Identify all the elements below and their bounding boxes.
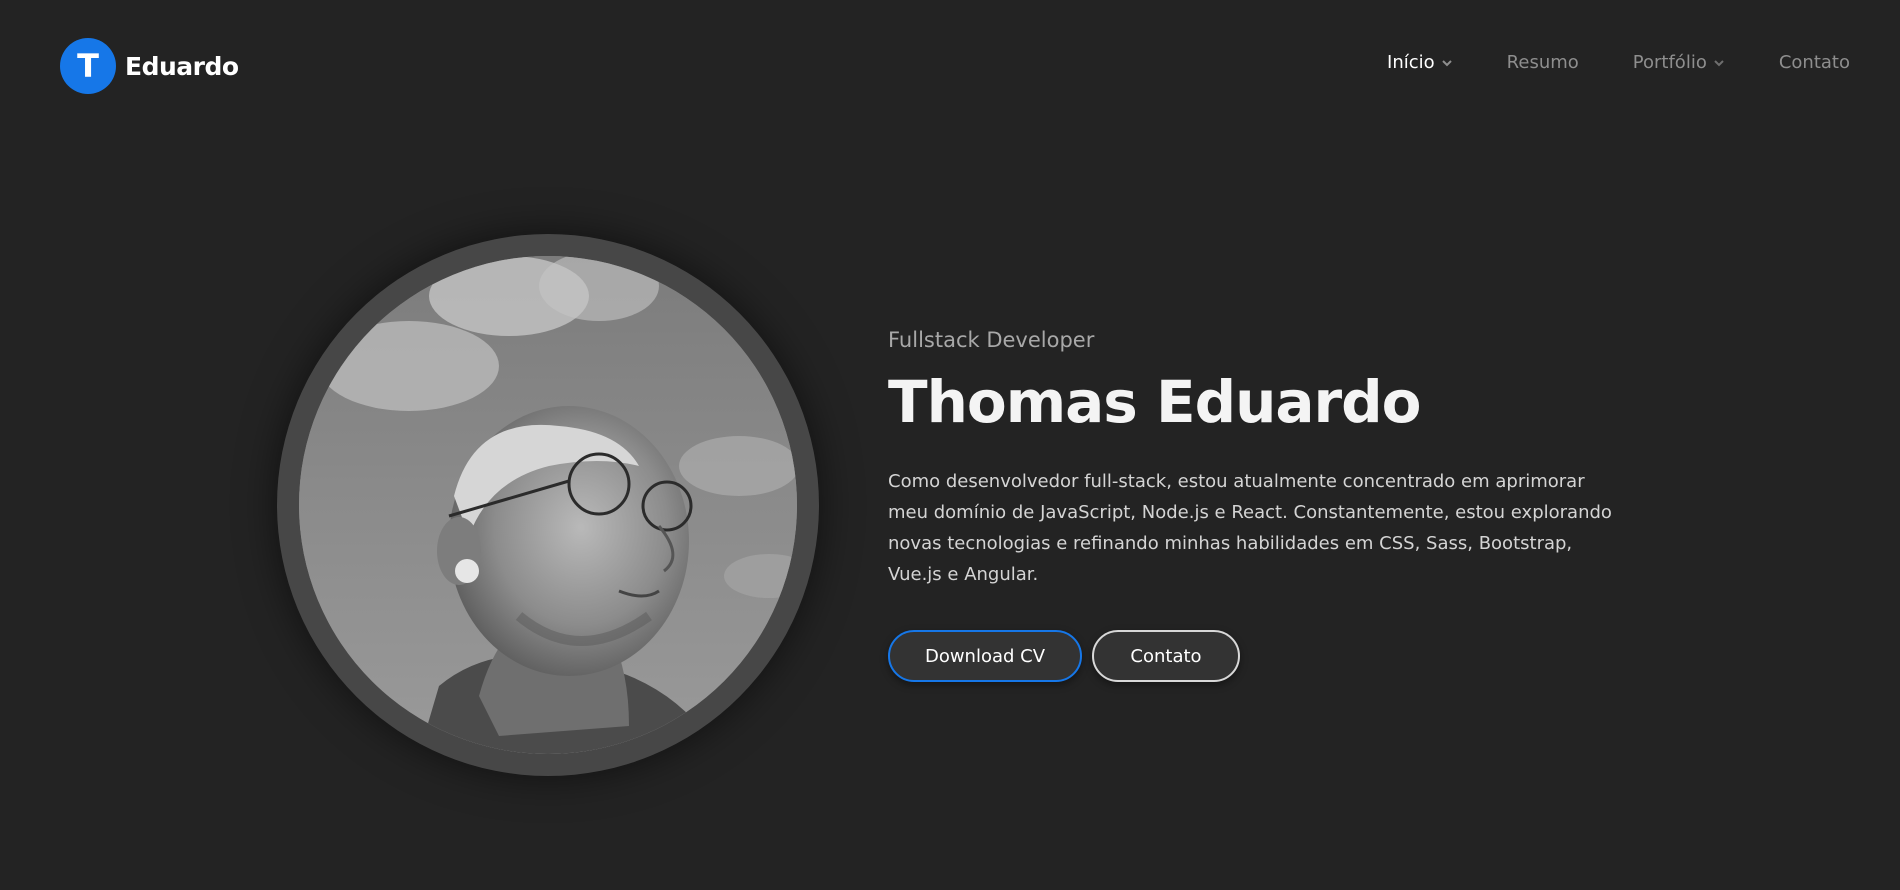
- hero-buttons: Download CV Contato: [888, 630, 1648, 682]
- nav-item-label: Início: [1387, 52, 1435, 73]
- logo-letter: T: [77, 47, 99, 85]
- nav-item-label: Contato: [1778, 52, 1850, 73]
- profile-photo: [299, 256, 797, 754]
- logo[interactable]: T Eduardo: [60, 38, 239, 94]
- main-nav: Início Resumo Portfólio Contato: [1387, 52, 1850, 73]
- hero-name: Thomas Eduardo: [888, 368, 1422, 436]
- logo-badge: T: [60, 38, 116, 94]
- site-header: T Eduardo Início Resumo Portfólio Contat…: [0, 0, 1900, 132]
- chevron-down-icon: [1713, 57, 1725, 69]
- chevron-down-icon: [1441, 57, 1453, 69]
- nav-item-inicio[interactable]: Início: [1387, 52, 1453, 73]
- nav-item-label: Resumo: [1506, 52, 1579, 73]
- nav-item-resumo[interactable]: Resumo: [1507, 52, 1579, 73]
- profile-photo-image: [299, 256, 797, 754]
- profile-photo-frame: [277, 234, 819, 776]
- nav-item-contato[interactable]: Contato: [1779, 52, 1850, 73]
- hero-text: Fullstack Developer Thomas Eduardo Como …: [888, 322, 1648, 682]
- logo-name: Eduardo: [125, 51, 239, 81]
- contact-button[interactable]: Contato: [1092, 630, 1240, 682]
- download-cv-button[interactable]: Download CV: [888, 630, 1082, 682]
- hero-bio: Como desenvolvedor full-stack, estou atu…: [888, 471, 1612, 585]
- nav-item-portfolio[interactable]: Portfólio: [1633, 52, 1725, 73]
- hero-subtitle: Fullstack Developer: [888, 328, 1095, 352]
- nav-item-label: Portfólio: [1632, 52, 1707, 73]
